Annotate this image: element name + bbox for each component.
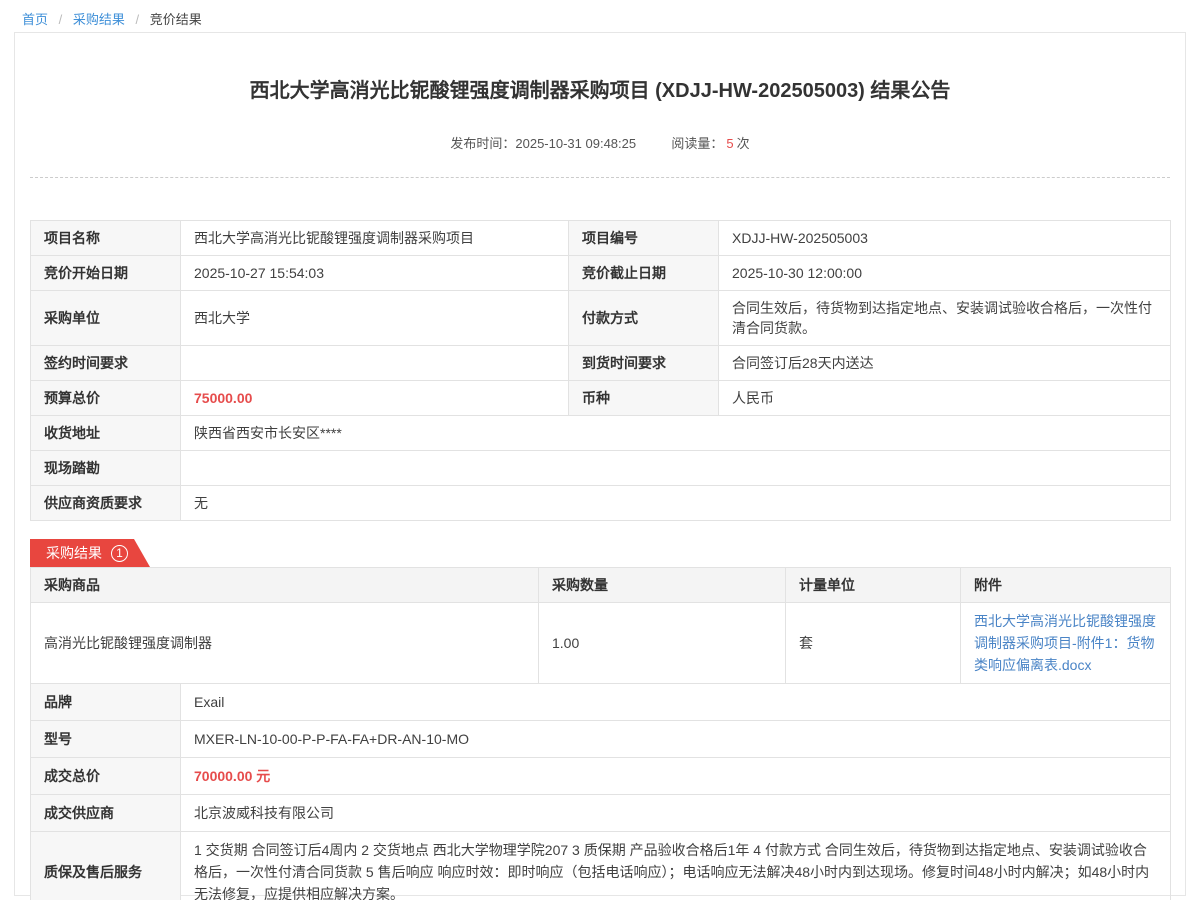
table-row: 预算总价 75000.00 币种 人民币	[31, 381, 1171, 416]
bid-deadline-value: 2025-10-30 12:00:00	[719, 256, 1171, 291]
brand-value: Exail	[181, 684, 1171, 721]
table-row: 签约时间要求 到货时间要求 合同签订后28天内送达	[31, 346, 1171, 381]
signing-time-value	[181, 346, 569, 381]
model-label: 型号	[31, 721, 181, 758]
purchase-result-badge-label: 采购结果	[46, 543, 102, 563]
views-label: 阅读量：	[671, 136, 723, 151]
warranty-service-label: 质保及售后服务	[31, 832, 181, 900]
site-survey-label: 现场踏勘	[31, 451, 181, 486]
bid-deadline-label: 竞价截止日期	[569, 256, 719, 291]
bid-start-label: 竞价开始日期	[31, 256, 181, 291]
payment-method-value: 合同生效后，待货物到达指定地点、安装调试验收合格后，一次性付清合同货款。	[719, 291, 1171, 346]
table-row: 项目名称 西北大学高消光比铌酸锂强度调制器采购项目 项目编号 XDJJ-HW-2…	[31, 221, 1171, 256]
purchaser-value: 西北大学	[181, 291, 569, 346]
winning-supplier-value: 北京波威科技有限公司	[181, 795, 1171, 832]
attachment-cell: 西北大学高消光比铌酸锂强度调制器采购项目-附件1：货物类响应偏离表.docx	[961, 603, 1171, 684]
product-unit-value: 套	[786, 603, 961, 684]
winning-supplier-label: 成交供应商	[31, 795, 181, 832]
project-number-label: 项目编号	[569, 221, 719, 256]
result-detail-table: 品牌 Exail 型号 MXER-LN-10-00-P-P-FA-FA+DR-A…	[30, 683, 1171, 900]
delivery-address-label: 收货地址	[31, 416, 181, 451]
deal-total-price-label: 成交总价	[31, 758, 181, 795]
table-row: 供应商资质要求 无	[31, 486, 1171, 521]
project-name-value: 西北大学高消光比铌酸锂强度调制器采购项目	[181, 221, 569, 256]
delivery-address-value: 陕西省西安市长安区****	[181, 416, 1171, 451]
currency-value: 人民币	[719, 381, 1171, 416]
table-row: 现场踏勘	[31, 451, 1171, 486]
supplier-qualification-label: 供应商资质要求	[31, 486, 181, 521]
table-row: 收货地址 陕西省西安市长安区****	[31, 416, 1171, 451]
table-row: 质保及售后服务 1 交货期 合同签订后4周内 2 交货地点 西北大学物理学院20…	[31, 832, 1171, 900]
breadcrumb-separator: /	[136, 12, 140, 27]
currency-label: 币种	[569, 381, 719, 416]
supplier-qualification-value: 无	[181, 486, 1171, 521]
bid-start-value: 2025-10-27 15:54:03	[181, 256, 569, 291]
product-quantity-value: 1.00	[539, 603, 786, 684]
views-unit: 次	[737, 136, 750, 151]
purchaser-label: 采购单位	[31, 291, 181, 346]
delivery-time-value: 合同签订后28天内送达	[719, 346, 1171, 381]
publish-time-label: 发布时间：	[450, 136, 515, 151]
brand-label: 品牌	[31, 684, 181, 721]
table-row: 竞价开始日期 2025-10-27 15:54:03 竞价截止日期 2025-1…	[31, 256, 1171, 291]
table-row: 品牌 Exail	[31, 684, 1171, 721]
delivery-time-label: 到货时间要求	[569, 346, 719, 381]
breadcrumb-home-link[interactable]: 首页	[22, 12, 48, 27]
budget-total-label: 预算总价	[31, 381, 181, 416]
quantity-column-header: 采购数量	[539, 568, 786, 603]
purchase-result-badge: 采购结果 1	[30, 539, 150, 567]
page: 首页 / 采购结果 / 竞价结果 西北大学高消光比铌酸锂强度调制器采购项目 (X…	[0, 0, 1200, 900]
table-row: 采购单位 西北大学 付款方式 合同生效后，待货物到达指定地点、安装调试验收合格后…	[31, 291, 1171, 346]
badge-number-circle: 1	[111, 545, 128, 562]
product-row: 高消光比铌酸锂强度调制器 1.00 套 西北大学高消光比铌酸锂强度调制器采购项目…	[31, 603, 1171, 684]
model-value: MXER-LN-10-00-P-P-FA-FA+DR-AN-10-MO	[181, 721, 1171, 758]
project-number-value: XDJJ-HW-202505003	[719, 221, 1171, 256]
breadcrumb-current-page: 竞价结果	[150, 12, 202, 27]
publish-time-value: 2025-10-31 09:48:25	[515, 136, 636, 151]
table-row: 成交总价 70000.00 元	[31, 758, 1171, 795]
deal-total-price-value: 70000.00 元	[181, 758, 1171, 795]
project-name-label: 项目名称	[31, 221, 181, 256]
budget-total-value: 75000.00	[181, 381, 569, 416]
breadcrumb-separator: /	[59, 12, 63, 27]
product-column-header: 采购商品	[31, 568, 539, 603]
site-survey-value	[181, 451, 1171, 486]
views-count: 5	[726, 136, 733, 151]
warranty-service-value: 1 交货期 合同签订后4周内 2 交货地点 西北大学物理学院207 3 质保期 …	[181, 832, 1171, 900]
signing-time-label: 签约时间要求	[31, 346, 181, 381]
page-title: 西北大学高消光比铌酸锂强度调制器采购项目 (XDJJ-HW-202505003)…	[30, 77, 1170, 105]
breadcrumb: 首页 / 采购结果 / 竞价结果	[0, 0, 1200, 28]
table-row: 成交供应商 北京波威科技有限公司	[31, 795, 1171, 832]
project-info-table: 项目名称 西北大学高消光比铌酸锂强度调制器采购项目 项目编号 XDJJ-HW-2…	[30, 220, 1171, 521]
table-header-row: 采购商品 采购数量 计量单位 附件	[31, 568, 1171, 603]
product-name-value: 高消光比铌酸锂强度调制器	[31, 603, 539, 684]
table-row: 型号 MXER-LN-10-00-P-P-FA-FA+DR-AN-10-MO	[31, 721, 1171, 758]
announcement-panel: 西北大学高消光比铌酸锂强度调制器采购项目 (XDJJ-HW-202505003)…	[14, 32, 1186, 896]
payment-method-label: 付款方式	[569, 291, 719, 346]
purchase-result-table: 采购商品 采购数量 计量单位 附件 高消光比铌酸锂强度调制器 1.00 套 西北…	[30, 567, 1171, 684]
breadcrumb-purchase-results-link[interactable]: 采购结果	[73, 12, 125, 27]
dashed-divider	[30, 177, 1170, 178]
publish-meta-line: 发布时间：2025-10-31 09:48:25 阅读量：5次	[30, 133, 1170, 151]
attachment-column-header: 附件	[961, 568, 1171, 603]
attachment-download-link[interactable]: 西北大学高消光比铌酸锂强度调制器采购项目-附件1：货物类响应偏离表.docx	[974, 610, 1157, 676]
unit-column-header: 计量单位	[786, 568, 961, 603]
